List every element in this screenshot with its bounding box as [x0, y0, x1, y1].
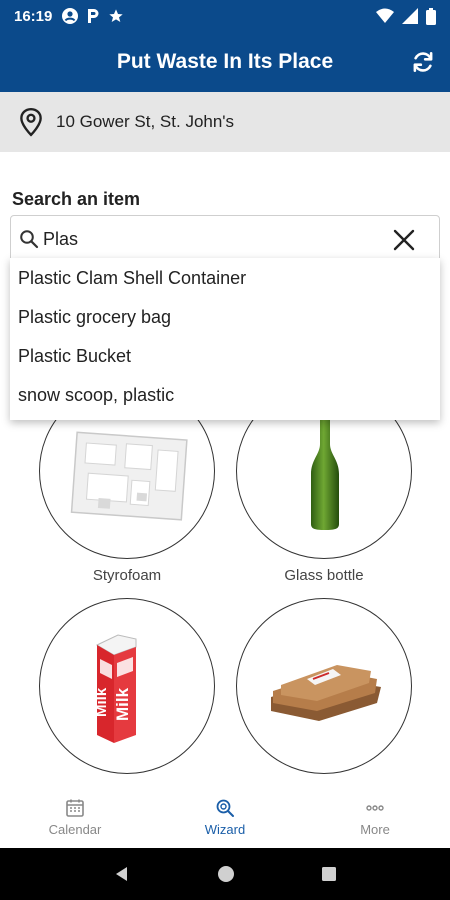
bottom-nav: Calendar Wizard More: [0, 786, 450, 848]
suggestion-item[interactable]: Plastic grocery bag: [10, 301, 440, 340]
nav-more-label: More: [360, 821, 390, 837]
status-bar: 16:19: [0, 0, 450, 32]
battery-icon: [426, 7, 436, 25]
refresh-icon[interactable]: [410, 49, 436, 75]
item-label: Styrofoam: [92, 567, 162, 584]
more-dots-icon: [366, 804, 384, 811]
wizard-search-icon: [216, 799, 234, 817]
calendar-icon: [66, 799, 84, 817]
milk-carton-image: Milk Milk: [93, 634, 137, 743]
cardboard-image: [271, 665, 381, 721]
clear-icon[interactable]: [393, 229, 415, 251]
item-cardboard[interactable]: [236, 598, 412, 782]
location-bar[interactable]: 10 Gower St, St. John's: [0, 92, 450, 152]
svg-text:Milk: Milk: [113, 687, 132, 721]
nav-calendar-label: Calendar: [48, 821, 102, 837]
nav-wizard[interactable]: Wizard: [150, 786, 300, 848]
svg-text:Milk: Milk: [93, 687, 110, 717]
home-icon[interactable]: [216, 864, 236, 884]
account-icon: [62, 8, 79, 24]
item-circle[interactable]: Milk Milk: [39, 598, 215, 774]
app-bar: Put Waste In Its Place: [0, 32, 450, 92]
star-icon: [109, 9, 124, 22]
system-nav-bar: [0, 848, 450, 900]
suggestion-list: Plastic Clam Shell Container Plastic gro…: [10, 258, 440, 420]
nav-wizard-label: Wizard: [204, 821, 246, 837]
nav-calendar[interactable]: Calendar: [0, 786, 150, 848]
location-pin-icon: [20, 107, 42, 137]
nav-more[interactable]: More: [300, 786, 450, 848]
back-icon[interactable]: [113, 865, 131, 883]
suggestion-item[interactable]: Plastic Bucket: [10, 340, 440, 379]
parking-icon: [88, 9, 99, 23]
suggestion-item[interactable]: Plastic Clam Shell Container: [10, 262, 440, 301]
search-label: Search an item: [12, 189, 141, 209]
search-box[interactable]: [10, 215, 440, 263]
app-title: Put Waste In Its Place: [116, 50, 334, 73]
location-address: 10 Gower St, St. John's: [56, 112, 235, 131]
item-milk-carton[interactable]: Milk Milk: [39, 598, 215, 782]
recents-icon[interactable]: [321, 866, 337, 882]
item-circle[interactable]: [236, 598, 412, 774]
signal-icon: [402, 8, 418, 24]
suggestion-item[interactable]: snow scoop, plastic: [10, 379, 440, 418]
wifi-icon: [376, 8, 394, 23]
item-label: Glass bottle: [284, 567, 364, 584]
search-icon: [20, 230, 39, 249]
status-time: 16:19: [14, 7, 53, 25]
search-input[interactable]: [43, 228, 363, 250]
